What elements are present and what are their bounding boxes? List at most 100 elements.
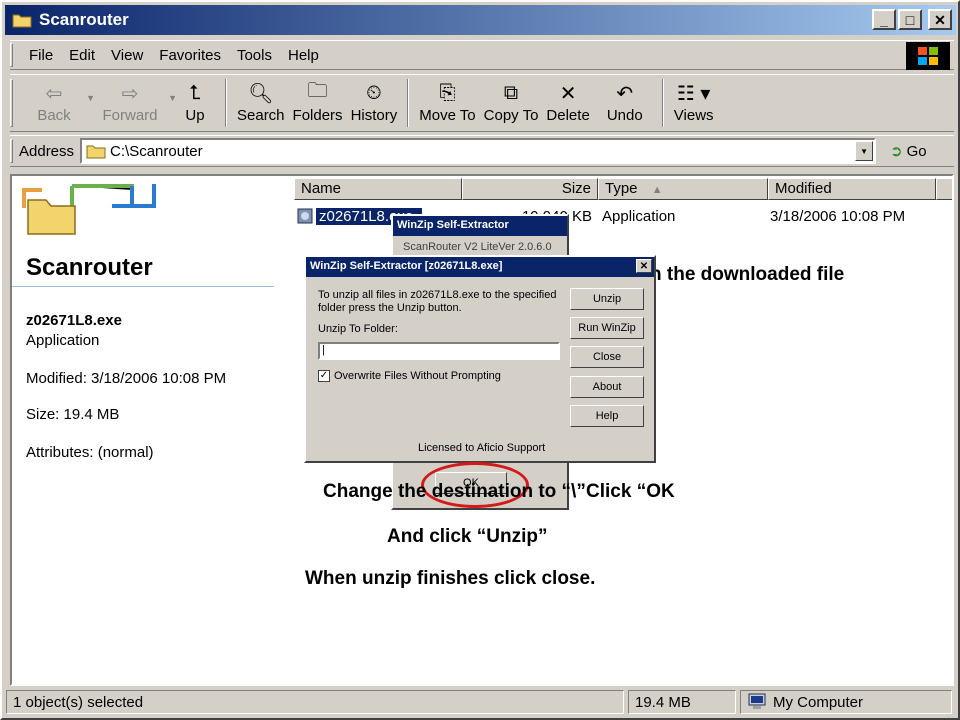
status-bar: 1 object(s) selected 19.4 MB My Computer (6, 690, 956, 716)
selected-file-size: Size: 19.4 MB (26, 406, 120, 423)
checkbox-check-icon: ✓ (318, 370, 330, 382)
back-dialog-title[interactable]: WinZip Self-Extractor (393, 216, 567, 236)
minimize-icon: _ (880, 11, 888, 28)
annotation-click-unzip: And click “Unzip” (387, 526, 548, 547)
selected-file-type: Application (26, 332, 100, 349)
copy-to-button[interactable]: ⧉ Copy To (480, 79, 543, 129)
column-name[interactable]: Name (294, 178, 462, 200)
search-icon: 🔍︎ (248, 82, 274, 105)
views-button[interactable]: ☷ ▾ Views (670, 79, 718, 129)
toolbar-grip[interactable] (10, 79, 13, 127)
about-button[interactable]: About (570, 376, 644, 398)
views-icon: ☷ ▾ (676, 82, 711, 105)
toolbar-separator (407, 79, 410, 127)
maximize-button[interactable]: □ (898, 9, 922, 30)
forward-button[interactable]: ⇨ Forward ▼ (89, 79, 177, 129)
address-value: C:\Scanrouter (110, 142, 203, 160)
file-modified: 3/18/2006 10:08 PM (770, 207, 906, 225)
annotation-change-destination: Change the destination to “\” (323, 481, 586, 502)
toolbar-separator (661, 79, 664, 127)
go-button[interactable]: ➲ Go (890, 142, 927, 161)
close-dialog-button[interactable]: Close (570, 346, 644, 368)
folder-title: Scanrouter (26, 254, 153, 281)
status-selection: 1 object(s) selected (6, 690, 624, 714)
selected-file-attributes: Attributes: (normal) (26, 444, 154, 461)
back-arrow-icon: ⇦ (45, 82, 63, 105)
column-type[interactable]: Type ▲ (598, 178, 768, 200)
title-bar[interactable]: Scanrouter _ □ ✕ (5, 5, 956, 35)
search-button[interactable]: 🔍︎ Search (233, 79, 289, 129)
file-type: Application (602, 207, 676, 225)
folder-label: Unzip To Folder: (318, 323, 398, 335)
delete-icon: ✕ (559, 82, 577, 105)
web-view-pane: Scanrouter z02671L8.exe Application Modi… (12, 176, 292, 684)
selected-file-name: z02671L8.exe (26, 312, 122, 329)
status-location: My Computer (740, 690, 952, 714)
unzip-button[interactable]: Unzip (570, 288, 644, 310)
folder-icon (11, 11, 33, 29)
delete-label: Delete (546, 107, 590, 124)
menu-grip[interactable] (10, 43, 13, 67)
back-button[interactable]: ⇦ Back ▼ (19, 79, 95, 129)
dialog-title: WinZip Self-Extractor [z02671L8.exe] (310, 260, 503, 272)
close-button[interactable]: ✕ (928, 9, 952, 30)
overwrite-checkbox[interactable]: ✓ Overwrite Files Without Prompting (318, 370, 501, 382)
dialog-close-button[interactable]: ✕ (636, 259, 652, 273)
menu-tools[interactable]: Tools (229, 47, 280, 64)
copy-to-icon: ⧉ (503, 81, 519, 104)
history-button[interactable]: ⏲ History (347, 79, 402, 129)
menu-view[interactable]: View (103, 47, 151, 64)
close-icon: ✕ (934, 11, 946, 28)
maximize-icon: □ (905, 11, 915, 28)
text-caret: | (322, 344, 325, 356)
move-to-icon: ⎘ (439, 81, 456, 104)
dialog-title-bar[interactable]: WinZip Self-Extractor [z02671L8.exe] ✕ (306, 257, 654, 277)
history-icon: ⏲ (366, 81, 382, 104)
column-modified[interactable]: Modified (768, 178, 936, 200)
dialog-close-icon: ✕ (639, 260, 649, 272)
column-filler (936, 178, 952, 200)
address-label: Address (19, 142, 75, 160)
back-label: Back (37, 107, 71, 124)
menu-edit[interactable]: Edit (61, 47, 103, 64)
forward-label: Forward (102, 107, 158, 124)
forward-arrow-icon: ⇨ (121, 82, 139, 105)
help-button[interactable]: Help (570, 405, 644, 427)
menu-bar: File Edit View Favorites Tools Help (10, 40, 954, 70)
column-type-label: Type (605, 180, 638, 197)
minimize-button[interactable]: _ (872, 9, 896, 30)
address-bar: Address C:\Scanrouter ▼ ➲ Go (10, 135, 954, 167)
selected-file-modified: Modified: 3/18/2006 10:08 PM (26, 370, 227, 387)
annotation-downloaded: n the downloaded file (650, 264, 845, 285)
copy-to-label: Copy To (483, 107, 539, 124)
go-label: Go (906, 142, 927, 160)
column-size[interactable]: Size (462, 178, 598, 200)
folder-icon (86, 143, 106, 159)
menu-file[interactable]: File (21, 47, 61, 64)
undo-icon: ↶ (616, 82, 634, 105)
folder-banner-icon (22, 184, 156, 235)
folders-label: Folders (292, 107, 343, 124)
title-divider (12, 286, 274, 287)
window-title: Scanrouter (39, 10, 129, 29)
address-grip[interactable] (10, 139, 13, 163)
menu-help[interactable]: Help (280, 47, 327, 64)
go-arrow-icon: ➲ (890, 143, 903, 160)
delete-button[interactable]: ✕ Delete (542, 79, 593, 129)
status-location-label: My Computer (773, 693, 864, 711)
run-winzip-button[interactable]: Run WinZip (570, 317, 644, 339)
standard-toolbar: ⇦ Back ▼ ⇨ Forward ▼ ⮤ Up 🔍︎ Search 🗀 Fo… (10, 74, 954, 132)
status-size: 19.4 MB (628, 690, 736, 714)
history-label: History (350, 107, 398, 124)
unzip-folder-input[interactable]: | (318, 342, 560, 360)
up-button[interactable]: ⮤ Up (171, 79, 219, 129)
address-dropdown-icon[interactable]: ▼ (855, 141, 874, 161)
dialog-instructions: To unzip all files in z02671L8.exe to th… (318, 289, 557, 314)
undo-button[interactable]: ↶ Undo (594, 79, 656, 129)
back-dialog-subtitle: ScanRouter V2 LiteVer 2.0.6.0 (403, 241, 552, 253)
menu-favorites[interactable]: Favorites (151, 47, 229, 64)
address-input[interactable]: C:\Scanrouter ▼ (80, 138, 877, 164)
folders-button[interactable]: 🗀 Folders (289, 79, 347, 129)
undo-label: Undo (606, 107, 643, 124)
move-to-button[interactable]: ⎘ Move To (415, 79, 479, 129)
